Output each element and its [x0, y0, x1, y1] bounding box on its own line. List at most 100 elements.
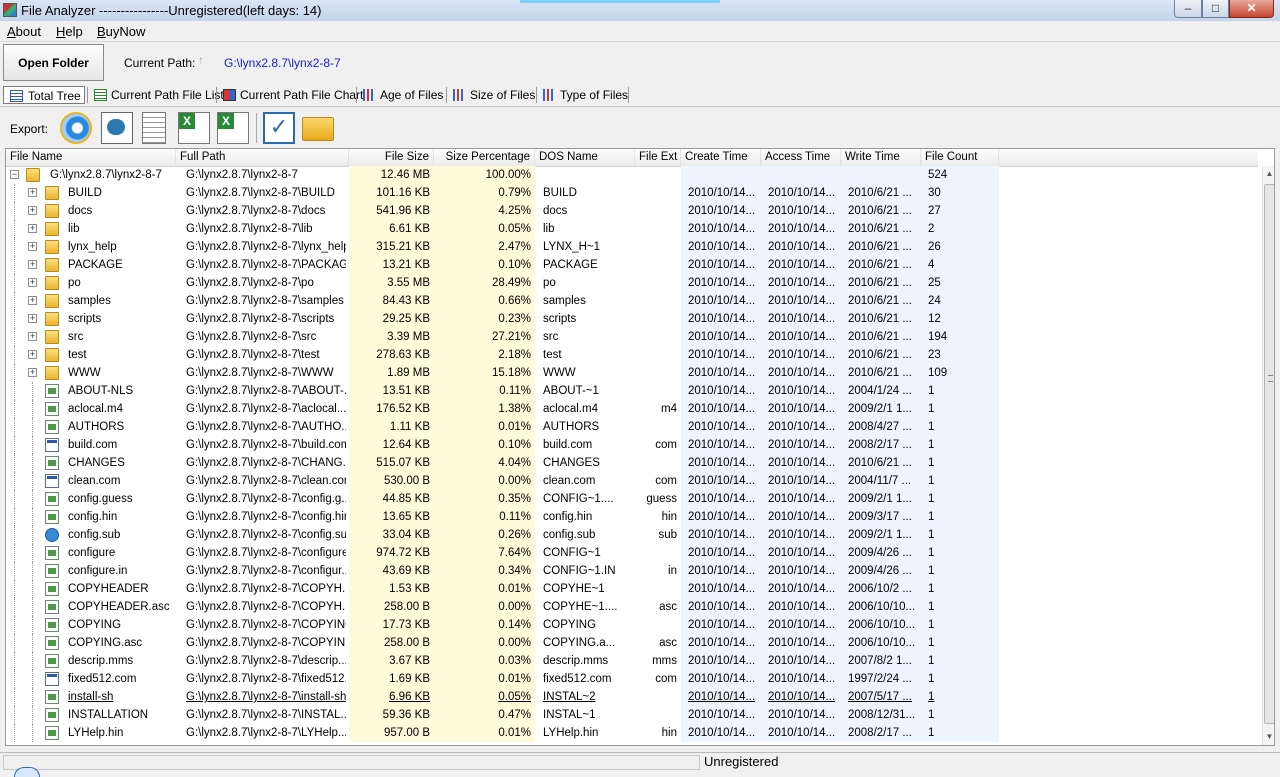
expand-icon[interactable]: + — [28, 368, 37, 377]
current-path-value[interactable]: G:\lynx2.8.7\lynx2-8-7 — [224, 56, 341, 70]
tab-type-of-files[interactable]: Type of Files — [540, 86, 628, 104]
minimize-button[interactable]: – — [1174, 0, 1202, 18]
tree-row-file[interactable]: COPYHEADER G:\lynx2.8.7\lynx2-8-7\COPYH..… — [6, 580, 1258, 598]
up-folder-icon[interactable]: ↑ — [198, 53, 204, 67]
scroll-up-icon[interactable]: ▲ — [1265, 169, 1274, 179]
tree-row-folder[interactable]: + WWW G:\lynx2.8.7\lynx2-8-7\WWW 1.89 MB 15.… — [6, 364, 1258, 382]
file-name-cell[interactable]: install-sh — [68, 688, 176, 706]
expand-icon[interactable]: + — [28, 296, 37, 305]
expand-icon[interactable]: + — [28, 350, 37, 359]
file-name-cell[interactable]: COPYHEADER — [68, 580, 176, 598]
file-name-cell[interactable]: AUTHORS — [68, 418, 176, 436]
tree-row-file[interactable]: descrip.mms G:\lynx2.8.7\lynx2-8-7\descri… — [6, 652, 1258, 670]
file-name-cell[interactable]: lynx_help — [68, 238, 176, 256]
tree-row-file[interactable]: config.guess G:\lynx2.8.7\lynx2-8-7\confi… — [6, 490, 1258, 508]
tab-age-of-files[interactable]: Age of Files — [360, 86, 443, 104]
tree-row-folder[interactable]: − G:\lynx2.8.7\lynx2-8-7 G:\lynx2.8.7\lynx… — [6, 166, 1258, 184]
file-name-cell[interactable]: config.hin — [68, 508, 176, 526]
tree-row-folder[interactable]: + docs G:\lynx2.8.7\lynx2-8-7\docs 541.96 K… — [6, 202, 1258, 220]
tree-row-folder[interactable]: + src G:\lynx2.8.7\lynx2-8-7\src 3.39 MB 27.… — [6, 328, 1258, 346]
vertical-scrollbar[interactable]: ▲ ▼ — [1262, 166, 1274, 745]
tree-row-file[interactable]: CHANGES G:\lynx2.8.7\lynx2-8-7\CHANG... 51… — [6, 454, 1258, 472]
tree-row-folder[interactable]: + lib G:\lynx2.8.7\lynx2-8-7\lib 6.61 KB 0.0… — [6, 220, 1258, 238]
file-name-cell[interactable]: samples — [68, 292, 176, 310]
open-folder-button[interactable]: Open Folder — [3, 44, 104, 81]
tree-row-folder[interactable]: + scripts G:\lynx2.8.7\lynx2-8-7\scripts 29… — [6, 310, 1258, 328]
file-name-cell[interactable]: COPYHEADER.asc — [68, 598, 176, 616]
column-header-access-time[interactable]: Access Time — [761, 149, 841, 166]
excel-csv-icon[interactable]: X — [178, 112, 210, 144]
file-name-cell[interactable]: build.com — [68, 436, 176, 454]
column-header-size-percentage[interactable]: Size Percentage — [434, 149, 535, 166]
column-header-file-ext[interactable]: File Ext — [635, 149, 681, 166]
column-header-file-name[interactable]: File Name — [6, 149, 176, 166]
tree-row-file[interactable]: COPYING G:\lynx2.8.7\lynx2-8-7\COPYING 17.… — [6, 616, 1258, 634]
tree-row-folder[interactable]: + PACKAGE G:\lynx2.8.7\lynx2-8-7\PACKAGE 13… — [6, 256, 1258, 274]
tree-row-file[interactable]: configure G:\lynx2.8.7\lynx2-8-7\configur… — [6, 544, 1258, 562]
expand-icon[interactable]: + — [28, 242, 37, 251]
tab-current-path-file-list[interactable]: Current Path File List — [91, 86, 224, 104]
file-name-cell[interactable]: test — [68, 346, 176, 364]
tree-row-file[interactable]: COPYHEADER.asc G:\lynx2.8.7\lynx2-8-7\COP… — [6, 598, 1258, 616]
tree-row-folder[interactable]: + samples G:\lynx2.8.7\lynx2-8-7\samples 84… — [6, 292, 1258, 310]
tab-current-path-file-chart[interactable]: Current Path File Chart — [220, 86, 363, 104]
file-name-cell[interactable]: G:\lynx2.8.7\lynx2-8-7 — [50, 166, 176, 184]
tree-row-file[interactable]: config.hin G:\lynx2.8.7\lynx2-8-7\config.… — [6, 508, 1258, 526]
tree-row-folder[interactable]: + BUILD G:\lynx2.8.7\lynx2-8-7\BUILD 101.16… — [6, 184, 1258, 202]
file-name-cell[interactable]: COPYING.asc — [68, 634, 176, 652]
file-name-cell[interactable]: PACKAGE — [68, 256, 176, 274]
expand-icon[interactable]: + — [28, 224, 37, 233]
collapse-icon[interactable]: − — [10, 170, 19, 179]
tree-row-file[interactable]: COPYING.asc G:\lynx2.8.7\lynx2-8-7\COPYIN… — [6, 634, 1258, 652]
check-icon[interactable]: ✓ — [263, 112, 295, 144]
file-name-cell[interactable]: docs — [68, 202, 176, 220]
column-header-create-time[interactable]: Create Time — [681, 149, 761, 166]
tree-row-file[interactable]: install-sh G:\lynx2.8.7\lynx2-8-7\install… — [6, 688, 1258, 706]
html-icon[interactable] — [101, 112, 133, 144]
expand-icon[interactable]: + — [28, 260, 37, 269]
folder-open-icon[interactable] — [302, 117, 334, 141]
scroll-thumb[interactable] — [1264, 184, 1274, 724]
file-name-cell[interactable]: config.guess — [68, 490, 176, 508]
tree-row-file[interactable]: fixed512.com G:\lynx2.8.7\lynx2-8-7\fixed… — [6, 670, 1258, 688]
file-name-cell[interactable]: config.sub — [68, 526, 176, 544]
file-name-cell[interactable]: BUILD — [68, 184, 176, 202]
expand-icon[interactable]: + — [28, 314, 37, 323]
scroll-down-icon[interactable]: ▼ — [1265, 732, 1274, 742]
file-name-cell[interactable]: LYHelp.hin — [68, 724, 176, 742]
file-name-cell[interactable]: clean.com — [68, 472, 176, 490]
file-name-cell[interactable]: descrip.mms — [68, 652, 176, 670]
expand-icon[interactable]: + — [28, 188, 37, 197]
tab-total-tree[interactable]: Total Tree — [3, 86, 85, 104]
ie-icon[interactable] — [60, 112, 92, 144]
file-name-cell[interactable]: COPYING — [68, 616, 176, 634]
menu-help[interactable]: Help — [56, 24, 83, 39]
tree-row-folder[interactable]: + test G:\lynx2.8.7\lynx2-8-7\test 278.63 K… — [6, 346, 1258, 364]
file-name-cell[interactable]: po — [68, 274, 176, 292]
tree-row-file[interactable]: aclocal.m4 G:\lynx2.8.7\lynx2-8-7\aclocal… — [6, 400, 1258, 418]
tab-size-of-files[interactable]: Size of Files — [450, 86, 535, 104]
file-name-cell[interactable]: aclocal.m4 — [68, 400, 176, 418]
column-header-file-count[interactable]: File Count — [921, 149, 999, 166]
file-name-cell[interactable]: src — [68, 328, 176, 346]
expand-icon[interactable]: + — [28, 332, 37, 341]
file-name-cell[interactable]: WWW — [68, 364, 176, 382]
tree-row-file[interactable]: configure.in G:\lynx2.8.7\lynx2-8-7\confi… — [6, 562, 1258, 580]
column-header-full-path[interactable]: Full Path — [176, 149, 349, 166]
close-button[interactable]: ✕ — [1229, 0, 1274, 18]
tree-row-folder[interactable]: + po G:\lynx2.8.7\lynx2-8-7\po 3.55 MB 28.49… — [6, 274, 1258, 292]
menu-about[interactable]: About — [7, 24, 41, 39]
column-header-file-size[interactable]: File Size — [349, 149, 434, 166]
file-name-cell[interactable]: configure.in — [68, 562, 176, 580]
menu-buynow[interactable]: BuyNow — [97, 24, 145, 39]
tree-row-file[interactable]: AUTHORS G:\lynx2.8.7\lynx2-8-7\AUTHO... 1.… — [6, 418, 1258, 436]
maximize-button[interactable]: □ — [1202, 0, 1229, 18]
tree-row-file[interactable]: INSTALLATION G:\lynx2.8.7\lynx2-8-7\INSTA… — [6, 706, 1258, 724]
file-name-cell[interactable]: configure — [68, 544, 176, 562]
file-name-cell[interactable]: ABOUT-NLS — [68, 382, 176, 400]
tree-row-file[interactable]: ABOUT-NLS G:\lynx2.8.7\lynx2-8-7\ABOUT-..… — [6, 382, 1258, 400]
tree-row-file[interactable]: LYHelp.hin G:\lynx2.8.7\lynx2-8-7\LYHelp.… — [6, 724, 1258, 742]
file-name-cell[interactable]: lib — [68, 220, 176, 238]
expand-icon[interactable]: + — [28, 206, 37, 215]
excel-icon[interactable]: X — [217, 112, 249, 144]
